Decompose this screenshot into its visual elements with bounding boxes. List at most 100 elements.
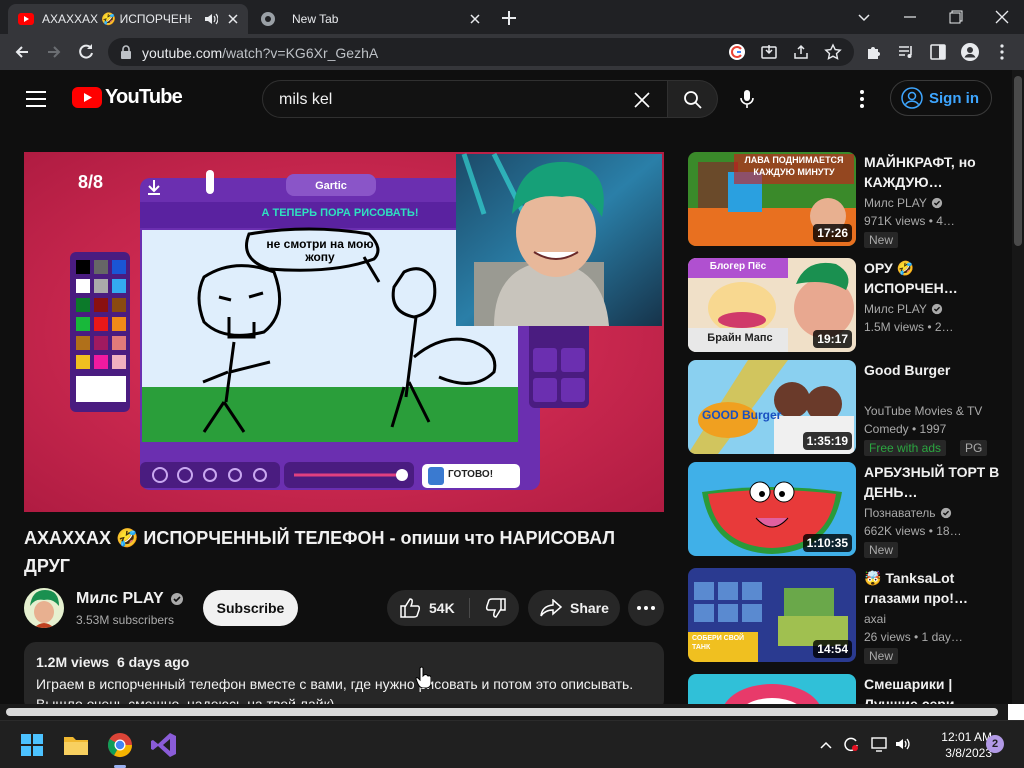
like-button[interactable]: 54K [387,590,467,626]
recommended-video[interactable]: GOOD Burger 1:35:19 Good Burger YouTube … [688,360,1008,456]
windows-taskbar: 12:01 AM 3/8/2023 2 [0,720,1024,768]
speech-bubble-text: не смотри на мою жопу [266,237,374,264]
recommended-video[interactable]: ЛАВА ПОДНИМАЕТСЯ КАЖДУЮ МИНУТУ 17:26 МАЙ… [688,152,1008,248]
video-duration: 14:54 [813,640,852,658]
clock-date: 3/8/2023 [945,746,992,760]
chrome-icon [107,733,132,758]
system-clock[interactable]: 12:01 AM 3/8/2023 [916,729,992,761]
visual-studio-icon[interactable] [148,729,180,761]
google-lens-icon[interactable] [728,43,746,61]
video-thumbnail[interactable] [688,674,856,704]
chrome-taskbar-button[interactable] [104,729,136,768]
extensions-puzzle-icon[interactable] [864,42,884,62]
hamburger-menu-icon[interactable] [25,90,47,108]
video-title: АХАХХАХ 🤣 ИСПОРЧЕННЫЙ ТЕЛЕФОН - опиши чт… [24,528,615,576]
new-badge: New [864,648,899,664]
thumbnail-text: Брайн Мапс [707,332,773,344]
share-page-icon[interactable] [792,43,810,61]
minimize-icon[interactable] [900,7,920,27]
video-duration: 1:10:35 [802,534,852,552]
file-explorer-icon[interactable] [60,729,92,761]
channel-name[interactable]: Милс PLAY [76,590,184,608]
tab-search-chevron-icon[interactable] [854,7,874,27]
video-thumbnail[interactable]: СОБЕРИ СВОЙ ТАНК 14:54 [688,568,856,662]
audio-playing-icon[interactable] [204,13,218,25]
video-thumbnail[interactable]: ЛАВА ПОДНИМАЕТСЯ КАЖДУЮ МИНУТУ 17:26 [688,152,856,246]
video-thumbnail[interactable]: Блогер Пёс Брайн Мапс 19:17 [688,258,856,352]
youtube-logo[interactable]: YouTube [72,86,183,109]
verified-check-icon [931,197,942,209]
view-count: 1.2M views [36,654,110,670]
recommended-video[interactable]: Блогер Пёс Брайн Мапс 19:17 ОРУ 🤣 ИСПОРЧ… [688,258,1008,352]
game-prompt: А ТЕПЕРЬ ПОРА РИСОВАТЬ! [261,207,419,219]
video-player[interactable]: 8/8 Gartic А ТЕПЕРЬ ПОРА РИСОВАТЬ! не см… [24,152,664,512]
lock-icon[interactable] [120,45,132,59]
recommended-video[interactable]: 1:10:35 АРБУЗНЫЙ ТОРТ В ДЕНЬ… Познавател… [688,462,1008,558]
settings-kebab-icon[interactable] [852,88,872,110]
rating-badge: PG [960,440,988,456]
thumbnail-text: ЛАВА ПОДНИМАЕТСЯ КАЖДУЮ МИНУТУ [744,155,844,177]
new-tab-icon[interactable] [498,7,520,29]
side-panel-icon[interactable] [928,42,948,62]
upload-date: 6 days ago [116,654,190,670]
horizontal-scrollbar[interactable] [0,704,1024,720]
scrollbar-thumb[interactable] [1014,76,1022,246]
network-icon[interactable] [870,735,888,753]
sign-in-button[interactable]: Sign in [890,80,992,116]
channel-avatar[interactable] [24,588,64,628]
back-arrow-icon[interactable] [12,42,32,62]
show-hidden-icons-icon[interactable] [818,737,834,753]
recommended-meta: 1.5M views • 2… [864,320,954,334]
close-tab-icon[interactable] [226,12,240,26]
search-box[interactable]: mils kel [262,80,668,118]
search-button[interactable] [668,80,718,118]
more-horizontal-icon [637,606,655,610]
reload-icon[interactable] [76,42,96,62]
recommended-title: Good Burger [864,362,951,378]
tab-new-tab[interactable]: New Tab [250,4,490,34]
recommended-channel: axai [864,612,887,626]
recommended-channel: Милс PLAY [864,196,943,210]
tab-youtube-video[interactable]: АХАХХАХ 🤣 ИСПОРЧЕННЫ [8,4,248,34]
volume-icon[interactable] [894,735,912,753]
recommended-channel: Познаватель [864,506,952,520]
install-app-icon[interactable] [760,43,778,61]
thumbs-down-icon [485,598,506,618]
vertical-scrollbar[interactable] [1012,70,1024,704]
video-stats: 1.2M views 6 days ago [36,654,652,670]
media-controls-icon[interactable] [896,42,916,62]
recommended-title: АРБУЗНЫЙ ТОРТ В ДЕНЬ… [864,464,1000,500]
restore-icon[interactable] [946,7,966,27]
like-count: 54K [429,600,455,616]
recommended-meta: 26 views • 1 day… [864,630,963,644]
voice-search-button[interactable] [730,82,764,116]
share-button[interactable]: Share [528,590,620,626]
bookmark-star-icon[interactable] [824,43,842,61]
recommended-video[interactable]: СОБЕРИ СВОЙ ТАНК 14:54 🤯 TanksaLot глаза… [688,568,1008,664]
sync-status-icon[interactable] [842,735,860,753]
close-tab-icon[interactable] [468,12,482,26]
search-input[interactable]: mils kel [279,91,332,109]
video-thumbnail[interactable]: GOOD Burger 1:35:19 [688,360,856,454]
close-window-icon[interactable] [992,7,1012,27]
dislike-button[interactable] [473,590,519,626]
subscribe-button[interactable]: Subscribe [203,590,298,626]
notification-badge[interactable]: 2 [986,735,1004,753]
more-actions-button[interactable] [628,590,664,626]
game-logo: Gartic [315,180,347,192]
windows-start-icon[interactable] [16,729,48,761]
recommended-video[interactable]: Смешарики | Лучшие сери… [688,674,1008,704]
recommended-meta: 662K views • 18… [864,524,962,538]
chrome-menu-icon[interactable] [992,42,1012,62]
search-icon [684,91,702,109]
description-box[interactable]: 1.2M views 6 days ago Играем в испорченн… [24,642,664,704]
address-bar[interactable]: youtube.com/watch?v=KG6Xr_GezhA [108,38,854,66]
video-duration: 17:26 [813,224,852,242]
clear-search-icon[interactable] [633,91,651,109]
clock-time: 12:01 AM [941,730,992,744]
forward-arrow-icon[interactable] [44,42,64,62]
horizontal-scrollbar-thumb[interactable] [6,708,998,716]
video-thumbnail[interactable]: 1:10:35 [688,462,856,556]
profile-icon[interactable] [960,42,980,62]
tab-title: New Tab [292,12,339,26]
